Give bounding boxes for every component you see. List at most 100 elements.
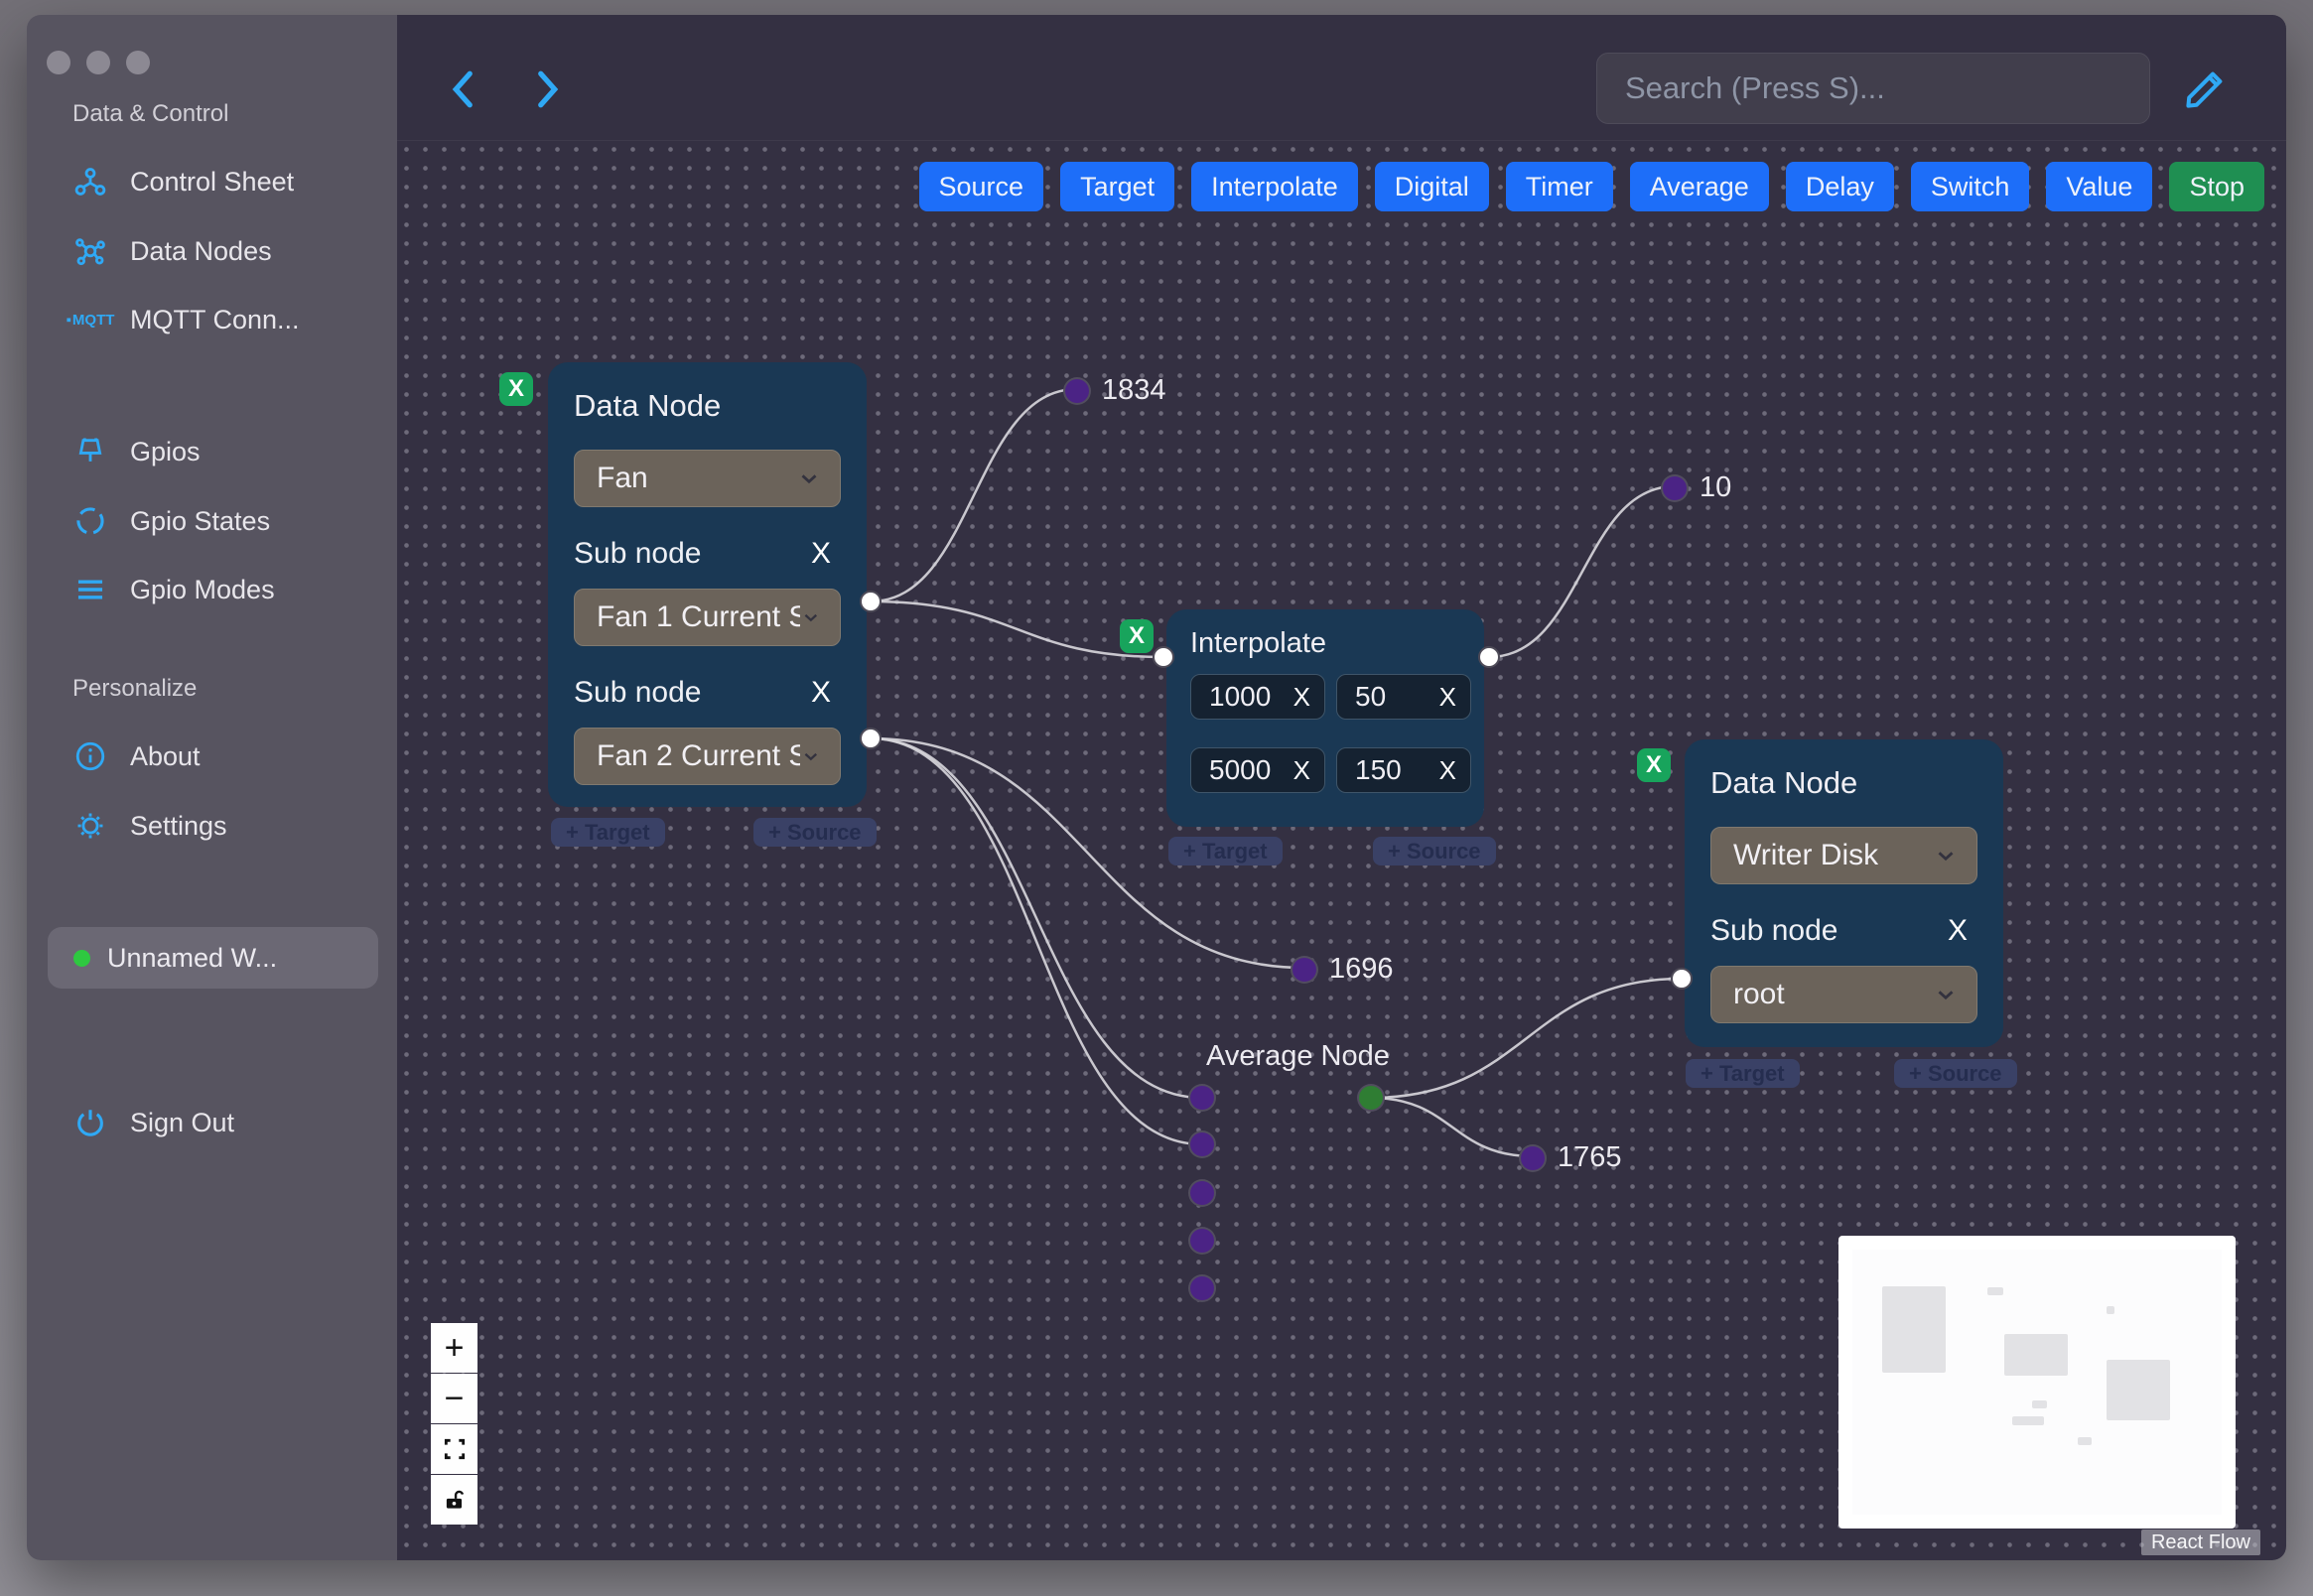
- palette-stop-button[interactable]: Stop: [2169, 162, 2264, 211]
- source-handle[interactable]: [1478, 646, 1500, 668]
- sub-node-select[interactable]: root: [1710, 966, 1977, 1023]
- back-button[interactable]: [444, 66, 485, 112]
- sub-node-select[interactable]: Fan 1 Current Spe: [574, 589, 841, 646]
- sidebar-item-mqtt-connections[interactable]: MQTT MQTT Conn...: [72, 299, 300, 340]
- palette-digital-button[interactable]: Digital: [1374, 162, 1489, 211]
- average-input-handle[interactable]: [1190, 1086, 1214, 1110]
- add-target-button[interactable]: + Target: [1168, 837, 1283, 865]
- remove-sub-node-button[interactable]: X: [1942, 914, 1973, 948]
- target-handle[interactable]: [1153, 646, 1174, 668]
- close-window-button[interactable]: [47, 51, 70, 74]
- data-node-fan[interactable]: Data Node Fan Sub node X Fan 1 Current S…: [548, 362, 867, 807]
- remove-sub-node-button[interactable]: X: [805, 676, 837, 710]
- add-source-button[interactable]: + Source: [1373, 837, 1496, 865]
- device-select-value: Writer Disk: [1733, 839, 1879, 871]
- sidebar-item-gpio-states[interactable]: Gpio States: [72, 500, 270, 542]
- palette-switch-button[interactable]: Switch: [1910, 162, 2030, 211]
- average-input-handle[interactable]: [1190, 1132, 1214, 1156]
- control-sheet-icon: [72, 165, 108, 199]
- data-node-writer-disk[interactable]: Data Node Writer Disk Sub node X root: [1685, 739, 2003, 1047]
- add-source-button[interactable]: + Source: [753, 818, 877, 847]
- remove-sub-node-button[interactable]: X: [805, 537, 837, 571]
- remove-value-button[interactable]: X: [1439, 682, 1456, 713]
- minimap-node: [1882, 1286, 1946, 1373]
- interpolate-node[interactable]: Interpolate 1000 X 50 X 5000 X 150 X: [1166, 609, 1484, 827]
- sidebar-item-label: Gpios: [130, 436, 201, 466]
- gear-icon: [72, 809, 108, 843]
- delete-node-button[interactable]: X: [499, 372, 533, 406]
- minimize-window-button[interactable]: [86, 51, 110, 74]
- fit-view-button[interactable]: [431, 1424, 477, 1474]
- palette-timer-button[interactable]: Timer: [1505, 162, 1613, 211]
- remove-value-button[interactable]: X: [1293, 755, 1310, 786]
- average-input-handle[interactable]: [1190, 1276, 1214, 1300]
- sidebar-item-label: Sign Out: [130, 1107, 235, 1137]
- value-handle-dot[interactable]: [1293, 957, 1316, 982]
- add-target-button[interactable]: + Target: [1686, 1059, 1800, 1088]
- sidebar-item-label: Settings: [130, 810, 227, 841]
- palette-value-button[interactable]: Value: [2046, 162, 2153, 211]
- sub-node-select-value: Fan 1 Current Spe: [597, 600, 801, 633]
- sidebar-item-data-nodes[interactable]: Data Nodes: [72, 230, 272, 272]
- value-handle-dot[interactable]: [1521, 1145, 1545, 1170]
- interpolate-input-pair[interactable]: 150 X: [1336, 747, 1471, 793]
- sidebar-item-sign-out[interactable]: Sign Out: [72, 1102, 234, 1143]
- delete-node-button[interactable]: X: [1120, 619, 1154, 653]
- remove-value-button[interactable]: X: [1293, 682, 1310, 713]
- target-handle[interactable]: [1671, 968, 1693, 990]
- interpolate-input-pair[interactable]: 5000 X: [1190, 747, 1325, 793]
- source-handle[interactable]: [860, 728, 882, 749]
- sidebar-item-gpio-modes[interactable]: Gpio Modes: [72, 569, 275, 610]
- palette-delay-button[interactable]: Delay: [1785, 162, 1894, 211]
- forward-button[interactable]: [525, 66, 567, 112]
- info-icon: [72, 739, 108, 773]
- sidebar-item-about[interactable]: About: [72, 735, 201, 777]
- delete-node-button[interactable]: X: [1637, 748, 1671, 782]
- source-handle[interactable]: [860, 591, 882, 612]
- device-select[interactable]: Fan: [574, 450, 841, 507]
- interpolate-value: 50: [1355, 681, 1387, 712]
- palette-source-button[interactable]: Source: [918, 162, 1044, 211]
- power-icon: [72, 1106, 108, 1139]
- zoom-out-button[interactable]: −: [431, 1374, 477, 1423]
- interpolate-input-pair[interactable]: 50 X: [1336, 674, 1471, 720]
- search-input[interactable]: [1597, 54, 2149, 123]
- sidebar-item-label: MQTT Conn...: [130, 304, 300, 334]
- edge-value-label: 10: [1663, 471, 1731, 504]
- add-target-button[interactable]: + Target: [551, 818, 665, 847]
- node-title: Interpolate: [1190, 627, 1327, 659]
- edit-pencil-icon[interactable]: [2180, 66, 2228, 114]
- value-handle-dot[interactable]: [1065, 378, 1089, 403]
- interpolate-value: 150: [1355, 754, 1402, 785]
- palette-interpolate-button[interactable]: Interpolate: [1191, 162, 1358, 211]
- average-input-handle[interactable]: [1190, 1229, 1214, 1253]
- add-source-button[interactable]: + Source: [1894, 1059, 2017, 1088]
- edge-value-label: 1834: [1065, 374, 1166, 407]
- sidebar-item-gpios[interactable]: Gpios: [72, 431, 201, 472]
- value-handle-dot[interactable]: [1663, 475, 1687, 500]
- minimap-node: [1987, 1287, 2003, 1295]
- interpolate-input-pair[interactable]: 1000 X: [1190, 674, 1325, 720]
- device-select[interactable]: Writer Disk: [1710, 827, 1977, 884]
- average-output-handle[interactable]: [1359, 1086, 1383, 1110]
- sidebar-section-data-control: Data & Control: [72, 100, 229, 127]
- fit-view-icon: [444, 1438, 465, 1460]
- minimap[interactable]: [1838, 1236, 2236, 1529]
- lock-toggle-button[interactable]: [431, 1475, 477, 1525]
- palette-target-button[interactable]: Target: [1060, 162, 1175, 211]
- minimap-node: [2012, 1416, 2044, 1425]
- sidebar-item-label: Gpio States: [130, 505, 271, 536]
- average-input-handle[interactable]: [1190, 1181, 1214, 1205]
- react-flow-attribution[interactable]: React Flow: [2140, 1530, 2260, 1555]
- zoom-window-button[interactable]: [126, 51, 150, 74]
- sub-node-select[interactable]: Fan 2 Current Spe: [574, 728, 841, 785]
- sidebar-item-workspace-unnamed[interactable]: Unnamed W...: [48, 927, 378, 989]
- sidebar-item-settings[interactable]: Settings: [72, 805, 227, 847]
- zoom-in-button[interactable]: +: [431, 1323, 477, 1373]
- sub-node-label: Sub node: [1710, 914, 1838, 947]
- window-traffic-lights[interactable]: [47, 51, 150, 74]
- sidebar-item-control-sheet[interactable]: Control Sheet: [72, 161, 294, 202]
- remove-value-button[interactable]: X: [1439, 755, 1456, 786]
- list-lines-icon: [72, 573, 108, 606]
- palette-average-button[interactable]: Average: [1629, 162, 1769, 211]
